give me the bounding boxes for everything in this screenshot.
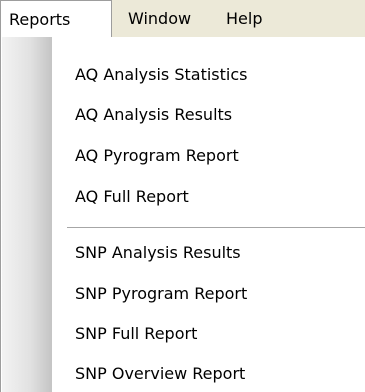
menu-reports[interactable]: Reports bbox=[0, 0, 112, 37]
menu-icon-gutter bbox=[2, 37, 52, 392]
menu-help[interactable]: Help bbox=[226, 0, 262, 37]
menu-item-snp-overview-report[interactable]: SNP Overview Report bbox=[75, 356, 245, 392]
menu-item-aq-pyrogram-report[interactable]: AQ Pyrogram Report bbox=[75, 138, 239, 174]
menu-item-aq-analysis-statistics[interactable]: AQ Analysis Statistics bbox=[75, 57, 248, 93]
menu-separator bbox=[67, 227, 365, 229]
menu-window[interactable]: Window bbox=[128, 0, 191, 37]
application-window: Reports Window Help AQ Analysis Statisti… bbox=[0, 0, 365, 392]
menu-item-aq-full-report[interactable]: AQ Full Report bbox=[75, 179, 189, 215]
menu-item-snp-analysis-results[interactable]: SNP Analysis Results bbox=[75, 235, 241, 271]
menu-item-snp-full-report[interactable]: SNP Full Report bbox=[75, 316, 197, 352]
reports-dropdown-menu: AQ Analysis Statistics AQ Analysis Resul… bbox=[0, 37, 365, 392]
menu-bar: Reports Window Help bbox=[0, 0, 365, 37]
menu-item-snp-pyrogram-report[interactable]: SNP Pyrogram Report bbox=[75, 276, 247, 312]
menu-item-aq-analysis-results[interactable]: AQ Analysis Results bbox=[75, 97, 232, 133]
